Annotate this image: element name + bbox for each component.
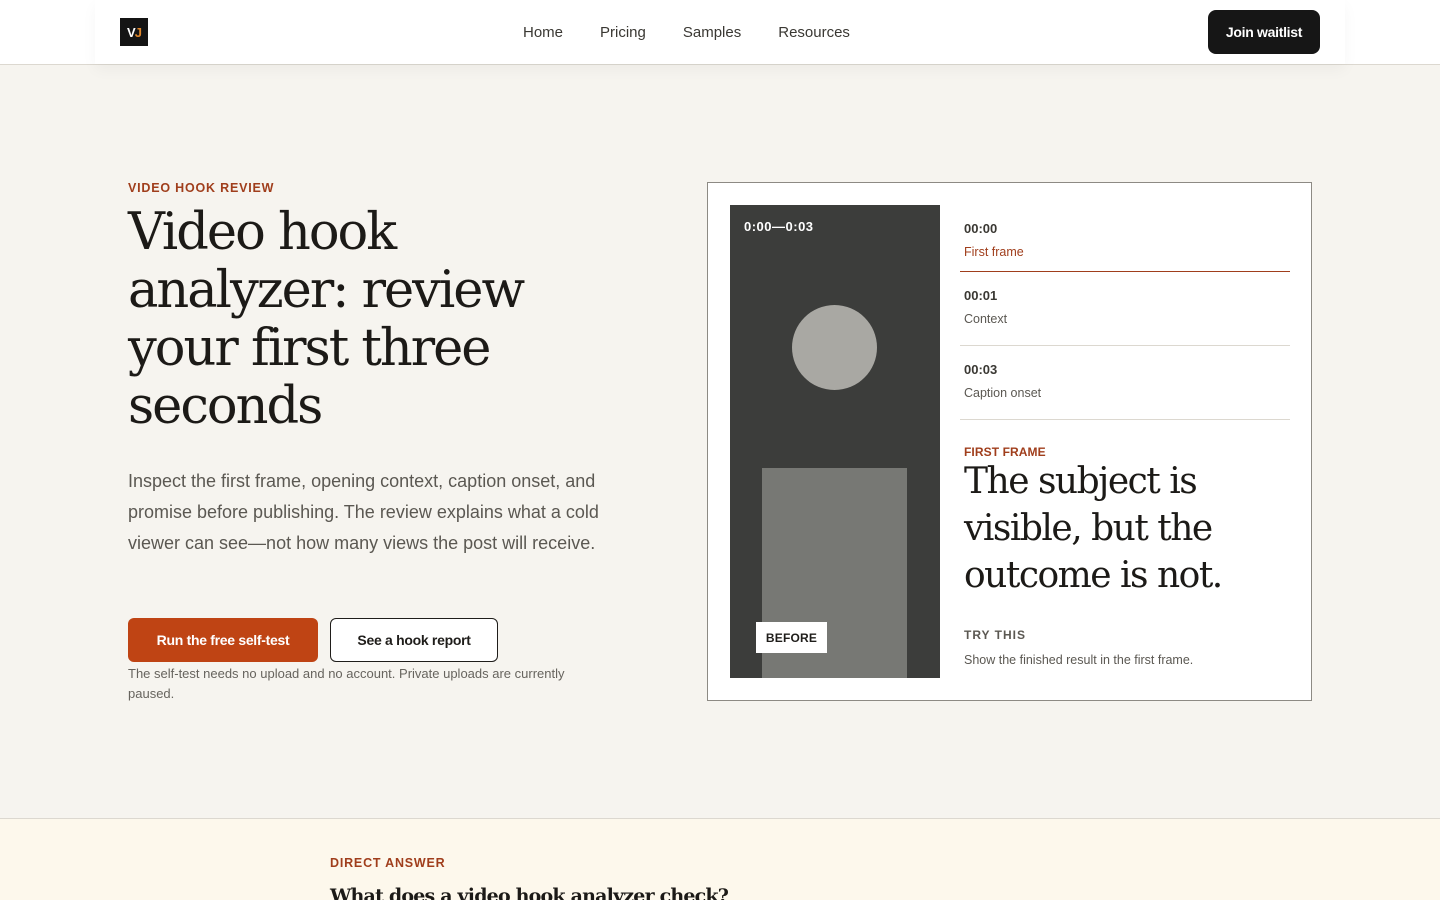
finding-eyebrow: FIRST FRAME [964,445,1046,459]
page-title: Video hook analyzer: review your first t… [128,203,525,436]
nav-samples[interactable]: Samples [683,24,741,41]
timeline-label: First frame [964,245,1024,259]
before-badge: BEFORE [756,622,827,653]
subject-head-shape [792,305,877,390]
brand-logo[interactable]: VJ [120,18,148,46]
try-this-label: TRY THIS [964,628,1027,642]
timeline-time: 00:03 [964,362,998,377]
try-this-text: Show the finished result in the first fr… [964,653,1194,667]
timeline-item-caption-onset[interactable]: 00:03 Caption onset [960,346,1290,420]
answer-eyebrow: DIRECT ANSWER [330,856,446,870]
hero-eyebrow: VIDEO HOOK REVIEW [128,181,275,195]
finding-title: The subject is visible, but the outcome … [964,461,1223,596]
video-preview: 0:00—0:03 BEFORE [730,205,940,678]
nav-resources[interactable]: Resources [778,24,850,41]
timeline-time: 00:01 [964,288,998,303]
main-nav: Home Pricing Samples Resources [523,0,850,64]
logo-letter-j: J [134,24,142,40]
logo-letter-v: V [127,24,136,40]
join-waitlist-button[interactable]: Join waitlist [1208,10,1320,54]
nav-home[interactable]: Home [523,24,563,41]
video-time-range: 0:00—0:03 [744,219,814,234]
answer-title: What does a video hook analyzer check? [330,885,729,900]
run-self-test-button[interactable]: Run the free self-test [128,618,318,662]
timeline-label: Caption onset [964,386,1042,400]
timeline-time: 00:00 [964,221,998,236]
hook-timeline: 00:00 First frame 00:01 Context 00:03 Ca… [960,205,1290,420]
see-hook-report-button[interactable]: See a hook report [330,618,498,662]
timeline-item-context[interactable]: 00:01 Context [960,272,1290,346]
self-test-note: The self-test needs no upload and no acc… [128,666,565,701]
nav-pricing[interactable]: Pricing [600,24,646,41]
direct-answer-section: DIRECT ANSWER What does a video hook ana… [0,818,1440,900]
timeline-item-first-frame[interactable]: 00:00 First frame [960,205,1290,272]
timeline-label: Context [964,312,1008,326]
hero-description: Inspect the first frame, opening context… [128,471,599,553]
